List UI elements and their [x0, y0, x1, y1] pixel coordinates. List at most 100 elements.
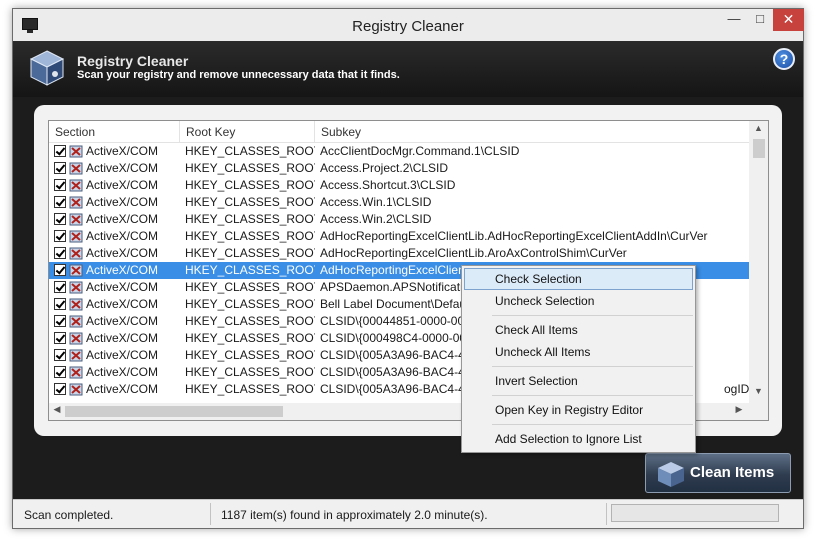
root-key-cell: HKEY_CLASSES_ROOT	[185, 195, 315, 209]
activex-icon	[69, 281, 83, 294]
row-checkbox[interactable]	[54, 230, 66, 242]
table-row[interactable]: ActiveX/COM HKEY_CLASSES_ROOT Access.Win.1…	[49, 194, 749, 211]
activex-icon	[69, 196, 83, 209]
section-text: ActiveX/COM	[86, 314, 159, 328]
column-subkey[interactable]: Subkey	[315, 121, 749, 143]
vertical-scrollbar[interactable]: ▲ ▼	[749, 121, 768, 403]
activex-icon	[69, 179, 83, 192]
table-row[interactable]: ActiveX/COM HKEY_CLASSES_ROOT Access.Win.2…	[49, 211, 749, 228]
header-subtitle: Scan your registry and remove unnecessar…	[77, 69, 400, 81]
row-checkbox[interactable]	[54, 332, 66, 344]
row-checkbox[interactable]	[54, 145, 66, 157]
section-text: ActiveX/COM	[86, 229, 159, 243]
table-row[interactable]: ActiveX/COM HKEY_CLASSES_ROOT Access.Short…	[49, 177, 749, 194]
root-key-cell: HKEY_CLASSES_ROOT	[185, 229, 315, 243]
section-text: ActiveX/COM	[86, 331, 159, 345]
section-cell: ActiveX/COM	[49, 211, 180, 228]
scroll-corner	[749, 403, 768, 420]
status-text: Scan completed.	[24, 508, 114, 522]
section-text: ActiveX/COM	[86, 195, 159, 209]
row-checkbox[interactable]	[54, 366, 66, 378]
root-key-cell: HKEY_CLASSES_ROOT	[185, 314, 315, 328]
row-checkbox[interactable]	[54, 213, 66, 225]
section-text: ActiveX/COM	[86, 348, 159, 362]
activex-icon	[69, 230, 83, 243]
section-text: ActiveX/COM	[86, 144, 159, 158]
vertical-scroll-thumb[interactable]	[753, 139, 765, 158]
menu-item-uncheck-all[interactable]: Uncheck All Items	[464, 341, 693, 363]
table-row[interactable]: ActiveX/COM HKEY_CLASSES_ROOT AdHocReporti…	[49, 228, 749, 245]
window-title: Registry Cleaner	[352, 18, 464, 35]
section-cell: ActiveX/COM	[49, 347, 180, 364]
status-bar: Scan completed. 1187 item(s) found in ap…	[13, 499, 803, 528]
menu-item-invert-selection[interactable]: Invert Selection	[464, 370, 693, 392]
section-cell: ActiveX/COM	[49, 313, 180, 330]
close-button[interactable]: ✕	[773, 9, 804, 31]
column-root-key[interactable]: Root Key	[180, 121, 315, 143]
section-cell: ActiveX/COM	[49, 245, 180, 262]
section-text: ActiveX/COM	[86, 280, 159, 294]
activex-icon	[69, 264, 83, 277]
activex-icon	[69, 213, 83, 226]
root-key-cell: HKEY_CLASSES_ROOT	[185, 263, 315, 277]
menu-item-add-to-ignore[interactable]: Add Selection to Ignore List	[464, 428, 693, 450]
cube-icon	[658, 462, 684, 487]
context-menu: Check Selection Uncheck Selection Check …	[461, 265, 696, 453]
root-key-cell: HKEY_CLASSES_ROOT	[185, 161, 315, 175]
root-key-cell: HKEY_CLASSES_ROOT	[185, 246, 315, 260]
header-title: Registry Cleaner	[77, 53, 189, 69]
row-checkbox[interactable]	[54, 162, 66, 174]
menu-item-open-in-regedit[interactable]: Open Key in Registry Editor	[464, 399, 693, 421]
table-row[interactable]: ActiveX/COM HKEY_CLASSES_ROOT AdHocReporti…	[49, 245, 749, 262]
row-checkbox[interactable]	[54, 264, 66, 276]
row-checkbox[interactable]	[54, 383, 66, 395]
table-row[interactable]: ActiveX/COM HKEY_CLASSES_ROOT AccClientDoc…	[49, 143, 749, 160]
table-row[interactable]: ActiveX/COM HKEY_CLASSES_ROOT Access.Proje…	[49, 160, 749, 177]
activex-icon	[69, 162, 83, 175]
section-text: ActiveX/COM	[86, 297, 159, 311]
title-bar[interactable]: Registry Cleaner — □ ✕	[13, 9, 804, 41]
menu-separator	[492, 366, 693, 367]
row-checkbox[interactable]	[54, 247, 66, 259]
root-key-cell: HKEY_CLASSES_ROOT	[185, 382, 315, 396]
scroll-down-icon[interactable]: ▼	[749, 386, 768, 400]
menu-item-check-all[interactable]: Check All Items	[464, 319, 693, 341]
activex-icon	[69, 247, 83, 260]
horizontal-scroll-thumb[interactable]	[65, 406, 283, 417]
root-key-cell: HKEY_CLASSES_ROOT	[185, 348, 315, 362]
scroll-up-icon[interactable]: ▲	[749, 123, 768, 137]
root-key-cell: HKEY_CLASSES_ROOT	[185, 212, 315, 226]
menu-item-uncheck-selection[interactable]: Uncheck Selection	[464, 290, 693, 312]
column-section[interactable]: Section	[49, 121, 180, 143]
subkey-cell: Access.Project.2\CLSID	[320, 161, 449, 175]
menu-separator	[492, 315, 693, 316]
section-text: ActiveX/COM	[86, 263, 159, 277]
status-summary: 1187 item(s) found in approximately 2.0 …	[221, 508, 488, 522]
maximize-button[interactable]: □	[747, 9, 773, 31]
section-cell: ActiveX/COM	[49, 262, 180, 279]
row-checkbox[interactable]	[54, 315, 66, 327]
section-cell: ActiveX/COM	[49, 330, 180, 347]
row-checkbox[interactable]	[54, 281, 66, 293]
scroll-right-icon[interactable]: ▶	[733, 404, 745, 418]
section-text: ActiveX/COM	[86, 365, 159, 379]
section-text: ActiveX/COM	[86, 178, 159, 192]
row-checkbox[interactable]	[54, 298, 66, 310]
minimize-button[interactable]: —	[721, 9, 747, 31]
scroll-left-icon[interactable]: ◀	[51, 404, 63, 418]
help-icon[interactable]: ?	[773, 48, 795, 70]
menu-item-check-selection[interactable]: Check Selection	[464, 268, 693, 290]
section-cell: ActiveX/COM	[49, 364, 180, 381]
registry-cube-icon	[29, 50, 65, 86]
menu-separator	[492, 424, 693, 425]
root-key-cell: HKEY_CLASSES_ROOT	[185, 331, 315, 345]
subkey-cell: AdHocReportingExcelClientLib.AroAxContro…	[320, 246, 627, 260]
root-key-cell: HKEY_CLASSES_ROOT	[185, 178, 315, 192]
row-checkbox[interactable]	[54, 196, 66, 208]
row-checkbox[interactable]	[54, 349, 66, 361]
clean-items-button[interactable]: Clean Items	[645, 453, 791, 493]
row-checkbox[interactable]	[54, 179, 66, 191]
section-cell: ActiveX/COM	[49, 228, 180, 245]
subkey-cell: AdHocReportingExcelClientLib.AdHocReport…	[320, 229, 708, 243]
section-cell: ActiveX/COM	[49, 143, 180, 160]
